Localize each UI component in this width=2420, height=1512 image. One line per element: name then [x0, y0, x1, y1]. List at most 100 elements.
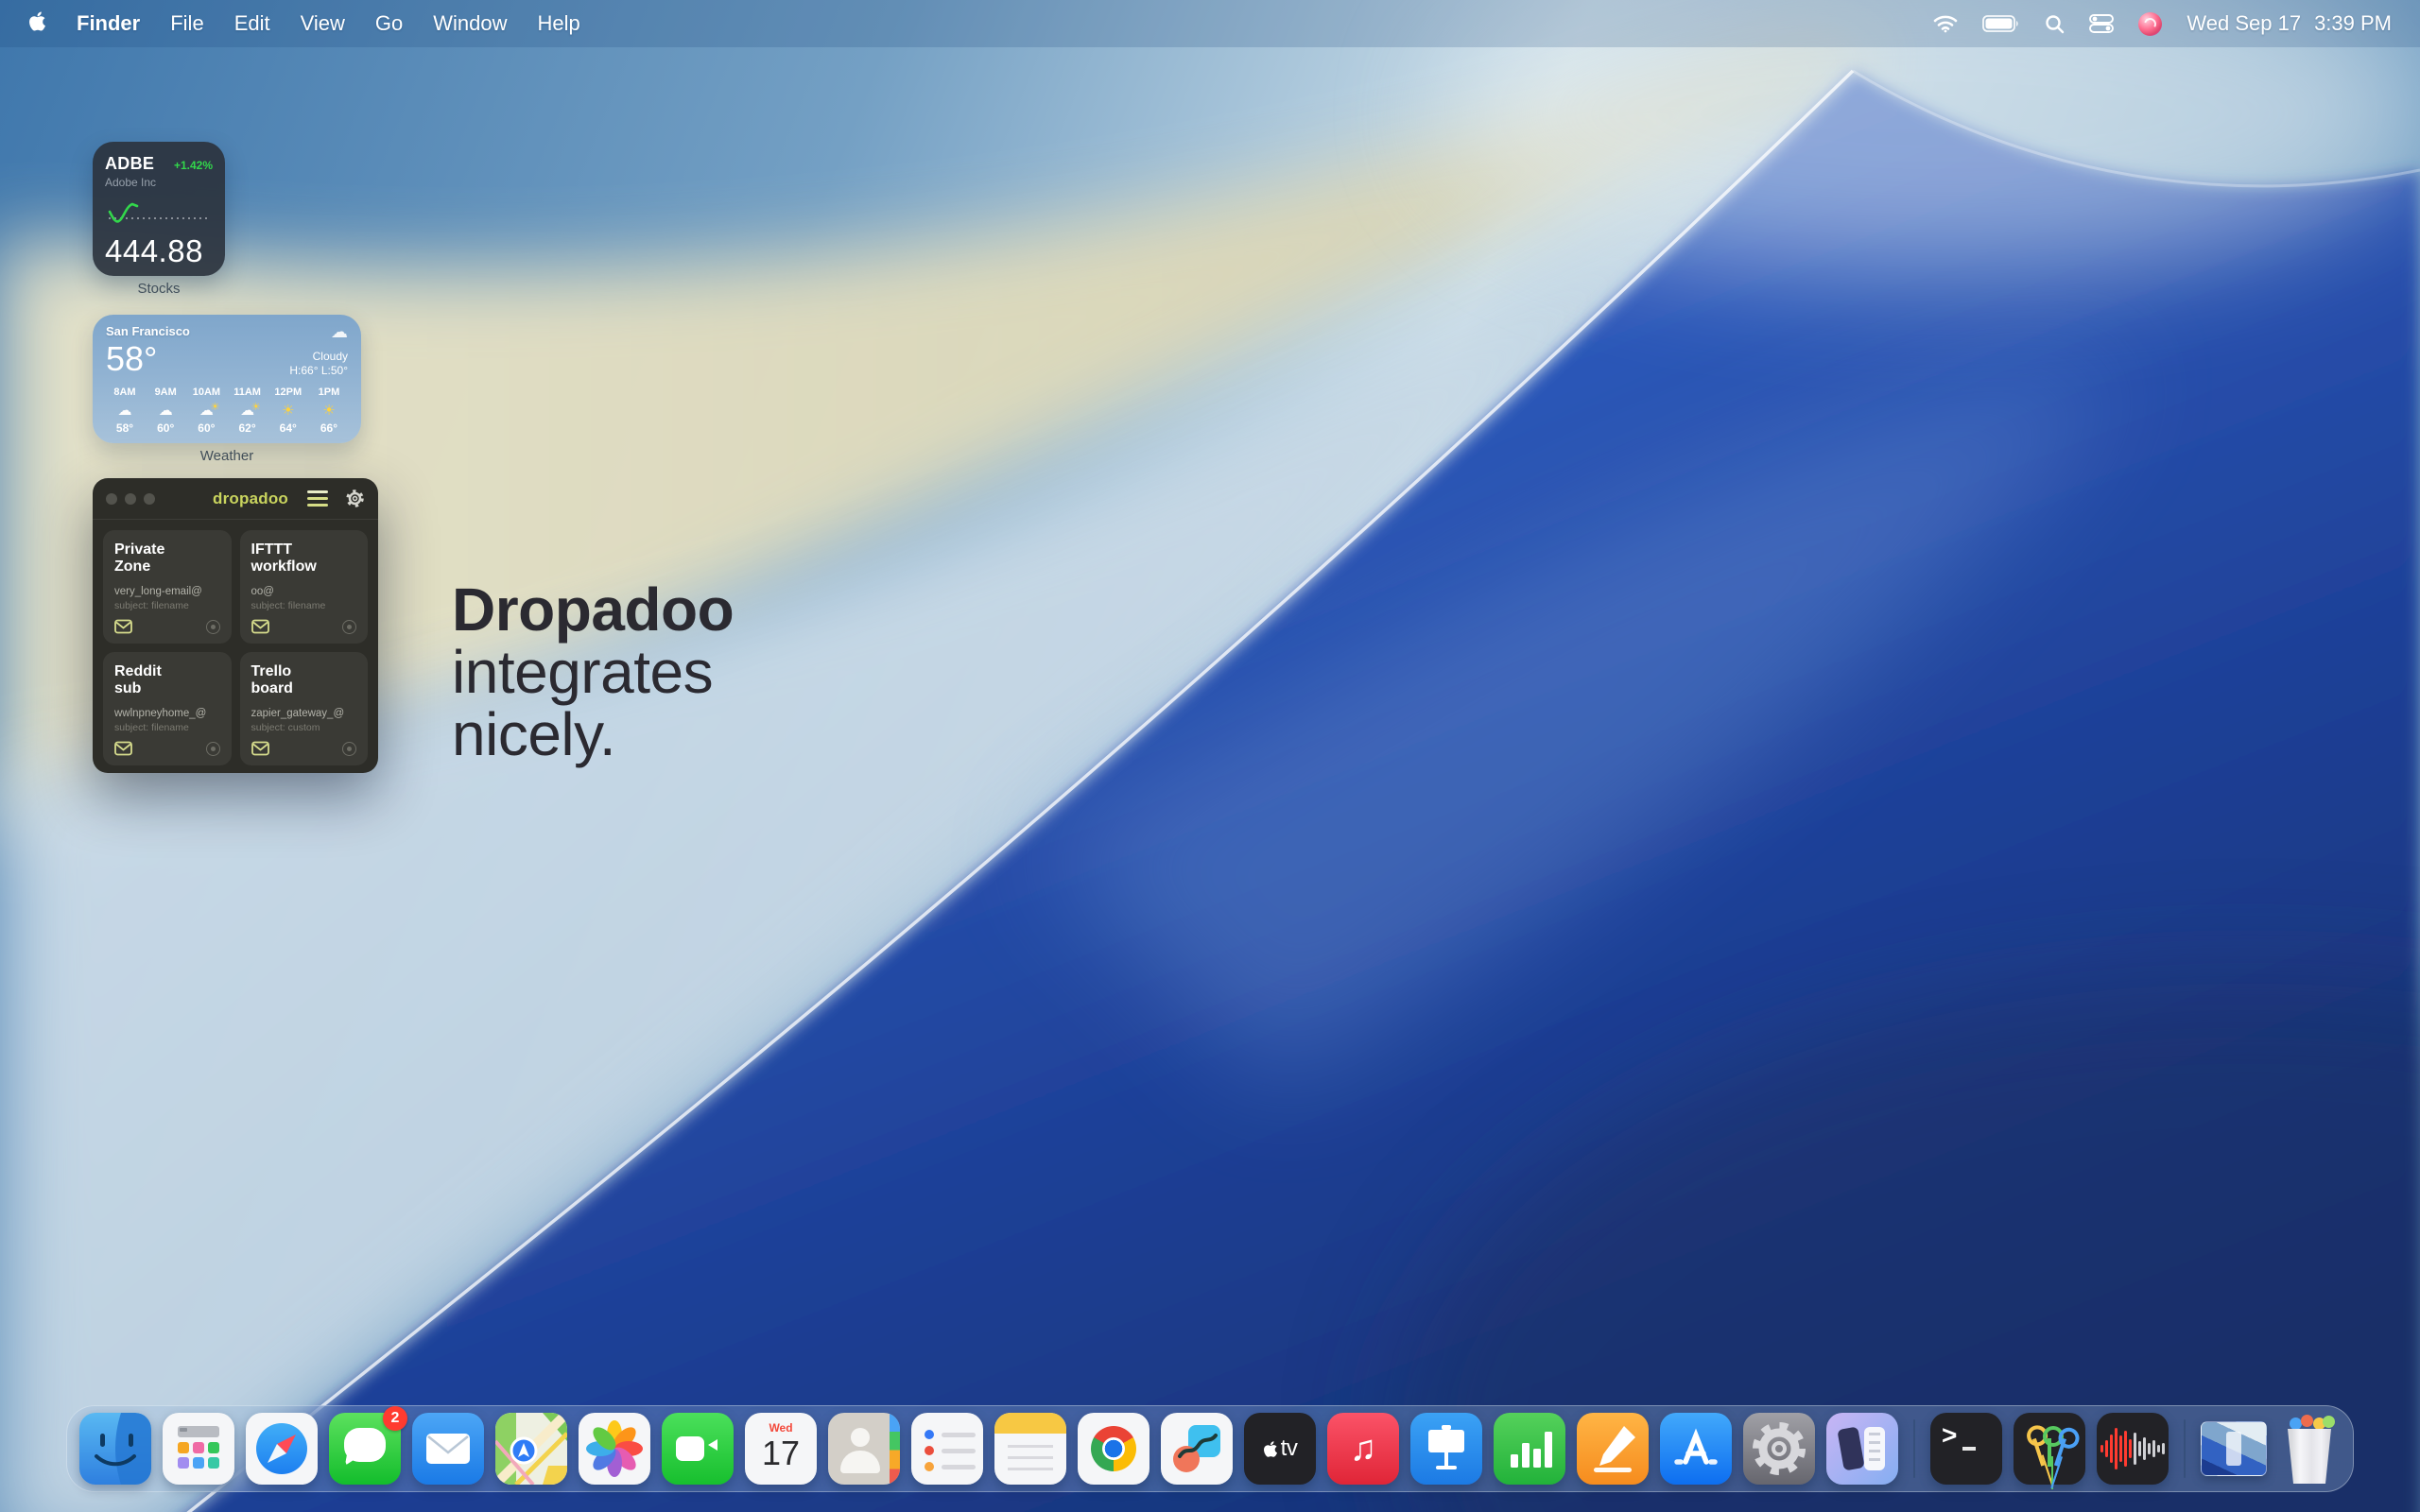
- dock-passwords-icon[interactable]: [2014, 1413, 2085, 1485]
- menubar-time: 3:39 PM: [2314, 11, 2392, 36]
- card-subject: subject: custom: [251, 722, 357, 733]
- cloud-icon: ☁: [147, 401, 184, 420]
- control-center-icon[interactable]: [2089, 14, 2114, 33]
- apple-logo-icon: [28, 10, 46, 32]
- card-email: wwlnpneyhome_@: [114, 708, 220, 719]
- weather-hourly-forecast: 8AM ☁ 58° 9AM ☁ 60° 10AM ☀☁ 60° 11AM ☀☁ …: [106, 387, 348, 435]
- dock-apple-tv-icon[interactable]: tv: [1244, 1413, 1316, 1485]
- dock-divider: [2184, 1419, 2186, 1478]
- menubar-date: Wed Sep 17: [2187, 11, 2301, 36]
- envelope-icon: [114, 619, 132, 634]
- apple-menu-icon[interactable]: [28, 10, 46, 38]
- chrome-logo-icon: [1091, 1426, 1136, 1471]
- menu-item-file[interactable]: File: [170, 11, 203, 36]
- card-reddit-sub[interactable]: Reddit sub wwlnpneyhome_@ subject: filen…: [103, 652, 232, 765]
- dock-pages-icon[interactable]: [1577, 1413, 1649, 1485]
- menu-item-go[interactable]: Go: [375, 11, 403, 36]
- dock-app-store-icon[interactable]: [1660, 1413, 1732, 1485]
- menu-item-help[interactable]: Help: [538, 11, 580, 36]
- pen-icon: [1599, 1426, 1635, 1466]
- weather-temp: 58°: [106, 339, 157, 379]
- close-button[interactable]: [106, 493, 117, 505]
- dock-maps-icon[interactable]: [495, 1413, 567, 1485]
- hamburger-menu-icon[interactable]: [307, 490, 328, 507]
- dock-facetime-icon[interactable]: [662, 1413, 734, 1485]
- stocks-widget-label: Stocks: [93, 281, 225, 297]
- card-subject: subject: filename: [114, 722, 220, 733]
- calendar-day: 17: [745, 1434, 817, 1473]
- dock-photos-icon[interactable]: [579, 1413, 650, 1485]
- appletv-label: tv: [1281, 1435, 1298, 1462]
- card-trello-board[interactable]: Trello board zapier_gateway_@ subject: c…: [240, 652, 369, 765]
- menu-item-edit[interactable]: Edit: [234, 11, 270, 36]
- bar-chart-icon: [1511, 1432, 1552, 1468]
- battery-icon[interactable]: [1982, 14, 2020, 33]
- dock-music-icon[interactable]: ♫: [1327, 1413, 1399, 1485]
- menu-item-window[interactable]: Window: [433, 11, 507, 36]
- dock-contacts-icon[interactable]: [828, 1413, 900, 1485]
- card-ifttt-workflow[interactable]: IFTTT workflow oo@ subject: filename: [240, 530, 369, 644]
- dock-chrome-icon[interactable]: [1078, 1413, 1150, 1485]
- card-settings-icon[interactable]: [206, 620, 220, 634]
- dock-numbers-icon[interactable]: [1494, 1413, 1565, 1485]
- spotlight-search-icon[interactable]: [2045, 14, 2065, 34]
- apple-logo-icon: [1263, 1440, 1278, 1458]
- settings-gear-icon[interactable]: [345, 489, 365, 508]
- dock-voice-memos-icon[interactable]: [2097, 1413, 2169, 1485]
- wifi-icon[interactable]: [1933, 14, 1958, 33]
- dock-terminal-icon[interactable]: >: [1930, 1413, 2002, 1485]
- iphone-shape: [1837, 1426, 1864, 1470]
- headline-rest: integrates nicely.: [452, 641, 734, 765]
- menu-item-finder[interactable]: Finder: [77, 11, 140, 36]
- card-settings-icon[interactable]: [342, 742, 356, 756]
- card-subject: subject: filename: [114, 600, 220, 611]
- speech-bubble-icon: [344, 1428, 386, 1462]
- dock-messages-icon[interactable]: 2: [329, 1413, 401, 1485]
- dock-safari-icon[interactable]: [246, 1413, 318, 1485]
- weather-widget[interactable]: San Francisco ☁ 58° Cloudy H:66° L:50° 8…: [93, 315, 361, 443]
- weather-hour: 11AM ☀☁ 62°: [229, 387, 267, 435]
- music-note-icon: ♫: [1327, 1413, 1399, 1485]
- dock-iphone-mirroring-icon[interactable]: [1826, 1413, 1898, 1485]
- cloud-icon: ☁: [331, 324, 348, 341]
- dropadoo-titlebar: dropadoo: [93, 478, 378, 520]
- weather-widget-label: Weather: [93, 448, 361, 464]
- stocks-widget[interactable]: ADBE +1.42% Adobe Inc 444.88 Stocks: [93, 142, 225, 276]
- envelope-icon: [114, 741, 132, 756]
- sun-icon: ☀: [310, 401, 348, 420]
- weather-hour: 1PM ☀ 66°: [310, 387, 348, 435]
- dock-mail-icon[interactable]: [412, 1413, 484, 1485]
- dock-reminders-icon[interactable]: [911, 1413, 983, 1485]
- card-private-zone[interactable]: Private Zone very_long-email@ subject: f…: [103, 530, 232, 644]
- sun-icon: ☀: [269, 401, 307, 420]
- stock-company: Adobe Inc: [105, 176, 213, 189]
- dock-notes-icon[interactable]: [994, 1413, 1066, 1485]
- card-settings-icon[interactable]: [206, 742, 220, 756]
- zoom-button[interactable]: [144, 493, 155, 505]
- dock-finder-icon[interactable]: [79, 1413, 151, 1485]
- dock-freeform-icon[interactable]: [1161, 1413, 1233, 1485]
- menu-extra-icon[interactable]: [2138, 12, 2162, 36]
- stock-sparkline: [105, 198, 211, 227]
- dock-trash-icon[interactable]: [2278, 1414, 2341, 1484]
- dock-calendar-icon[interactable]: Wed 17: [745, 1413, 817, 1485]
- partly-sunny-icon: ☀☁: [229, 401, 267, 420]
- stock-price: 444.88: [105, 233, 213, 269]
- menu-item-view[interactable]: View: [301, 11, 345, 36]
- menubar-clock[interactable]: Wed Sep 17 3:39 PM: [2187, 11, 2392, 36]
- dock-system-settings-icon[interactable]: [1743, 1413, 1815, 1485]
- calendar-weekday: Wed: [745, 1421, 817, 1435]
- card-settings-icon[interactable]: [342, 620, 356, 634]
- dock-keynote-icon[interactable]: [1410, 1413, 1482, 1485]
- minimize-button[interactable]: [125, 493, 136, 505]
- envelope-icon: [251, 741, 269, 756]
- dock-launchpad-icon[interactable]: [163, 1413, 234, 1485]
- weather-hour: 12PM ☀ 64°: [269, 387, 307, 435]
- messages-notification-badge: 2: [383, 1406, 407, 1431]
- iphone-shape: [1864, 1427, 1885, 1470]
- desktop-headline: Dropadoo integrates nicely.: [452, 578, 734, 765]
- dock-minimized-window-thumbnail[interactable]: [2201, 1421, 2267, 1476]
- stock-change: +1.42%: [174, 159, 213, 172]
- envelope-icon: [251, 619, 269, 634]
- card-email: oo@: [251, 586, 357, 597]
